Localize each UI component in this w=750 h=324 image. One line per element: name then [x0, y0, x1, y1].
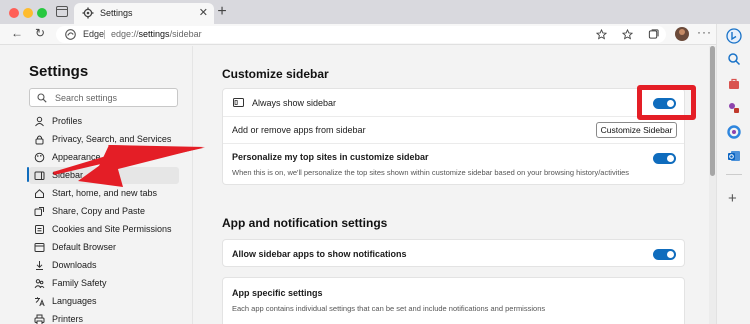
highlight-box	[637, 85, 696, 120]
add-remove-row: Add or remove apps from sidebar Customiz…	[223, 117, 684, 143]
app-specific-card: App specific settings Each app contains …	[222, 277, 685, 324]
outlook-icon[interactable]	[727, 149, 741, 163]
allow-notifications-label: Allow sidebar apps to show notifications	[232, 249, 407, 259]
app-notification-heading: App and notification settings	[222, 216, 388, 230]
sidebar-layout-icon	[233, 98, 244, 107]
sidebar-item-privacy[interactable]: Privacy, Search, and Services	[29, 131, 179, 148]
personalize-toggle[interactable]	[653, 153, 676, 164]
sidebar-item-languages[interactable]: Languages	[29, 293, 179, 310]
edge-app-sidebar: +	[716, 24, 750, 324]
active-indicator	[27, 167, 29, 182]
app-specific-label: App specific settings	[232, 288, 323, 298]
close-window-button[interactable]	[9, 8, 19, 18]
tab-strip: Settings ✕ +	[0, 0, 750, 24]
tab-title: Settings	[100, 8, 133, 18]
always-show-row: Always show sidebar	[223, 89, 684, 116]
appearance-icon	[34, 152, 45, 163]
shopping-icon[interactable]	[727, 77, 741, 91]
sidebar-icon	[34, 171, 45, 180]
new-tab-button[interactable]: +	[215, 2, 229, 22]
search-icon	[37, 93, 47, 103]
sidebar-item-family-safety[interactable]: Family Safety	[29, 275, 179, 292]
address-bar[interactable]: Edge edge://settings/sidebar	[56, 26, 666, 43]
zoom-window-button[interactable]	[37, 8, 47, 18]
share-icon	[34, 207, 44, 216]
settings-title: Settings	[29, 63, 89, 80]
search-placeholder: Search settings	[55, 93, 118, 103]
tools-icon[interactable]	[727, 101, 741, 115]
tab-settings[interactable]: Settings ✕	[74, 3, 214, 24]
always-show-label: Always show sidebar	[252, 98, 337, 108]
add-app-button[interactable]: +	[728, 191, 737, 206]
customize-sidebar-button[interactable]: Customize Sidebar	[596, 122, 677, 138]
printer-icon	[34, 314, 45, 324]
profile-avatar[interactable]	[675, 27, 689, 41]
app-specific-description: Each app contains individual settings th…	[232, 304, 546, 313]
add-remove-label: Add or remove apps from sidebar	[232, 125, 366, 135]
personalize-description: When this is on, we'll personalize the t…	[232, 168, 630, 177]
favorites-add-icon[interactable]	[596, 29, 607, 40]
sidebar-item-profiles[interactable]: Profiles	[29, 113, 179, 130]
sidebar-item-printers[interactable]: Printers	[29, 311, 179, 324]
bing-chat-icon[interactable]	[726, 28, 742, 44]
favorites-icon[interactable]	[622, 29, 633, 40]
browser-toolbar: ← ↻ Edge edge://settings/sidebar ···	[0, 24, 716, 45]
personalize-row: Personalize my top sites in customize si…	[223, 144, 684, 185]
sidebar-item-appearance[interactable]: Appearance	[29, 149, 179, 166]
customize-sidebar-card: Always show sidebar Add or remove apps f…	[222, 88, 685, 185]
sidebar-item-default-browser[interactable]: Default Browser	[29, 239, 179, 256]
gear-icon	[82, 7, 94, 19]
notifications-card: Allow sidebar apps to show notifications	[222, 239, 685, 267]
collections-icon[interactable]	[648, 29, 659, 40]
sidebar-item-cookies[interactable]: Cookies and Site Permissions	[29, 221, 179, 238]
back-button[interactable]: ←	[11, 26, 23, 40]
scrollbar-thumb[interactable]	[710, 46, 715, 176]
url-text: edge://settings/sidebar	[111, 29, 202, 39]
browser-icon	[34, 243, 45, 252]
minimize-window-button[interactable]	[23, 8, 33, 18]
download-icon	[36, 261, 43, 270]
sidebar-item-share[interactable]: Share, Copy and Paste	[29, 203, 179, 220]
language-icon	[35, 297, 45, 307]
more-menu-button[interactable]: ···	[697, 25, 712, 39]
office-icon[interactable]	[727, 125, 741, 139]
reload-button[interactable]: ↻	[35, 26, 45, 40]
lock-icon	[35, 135, 44, 145]
address-divider	[104, 30, 105, 39]
personalize-label: Personalize my top sites in customize si…	[232, 152, 429, 162]
profile-icon	[35, 116, 44, 127]
customize-sidebar-heading: Customize sidebar	[222, 67, 329, 81]
tab-close-button[interactable]: ✕	[199, 6, 208, 19]
edge-logo-icon	[65, 29, 76, 40]
tab-actions-icon[interactable]	[56, 6, 68, 17]
cookie-icon	[35, 225, 44, 234]
allow-notifications-toggle[interactable]	[653, 249, 676, 260]
sidebar-divider	[726, 174, 742, 175]
sidebar-item-downloads[interactable]: Downloads	[29, 257, 179, 274]
family-icon	[34, 279, 45, 289]
site-label: Edge	[83, 29, 105, 39]
search-icon[interactable]	[727, 52, 741, 66]
settings-nav: Settings Search settings Profiles Privac…	[0, 46, 193, 324]
home-icon	[35, 189, 44, 198]
search-settings-input[interactable]: Search settings	[29, 88, 178, 107]
settings-main: Customize sidebar Always show sidebar Ad…	[194, 46, 710, 324]
sidebar-item-start-home[interactable]: Start, home, and new tabs	[29, 185, 179, 202]
sidebar-item-sidebar[interactable]: Sidebar	[29, 167, 179, 184]
